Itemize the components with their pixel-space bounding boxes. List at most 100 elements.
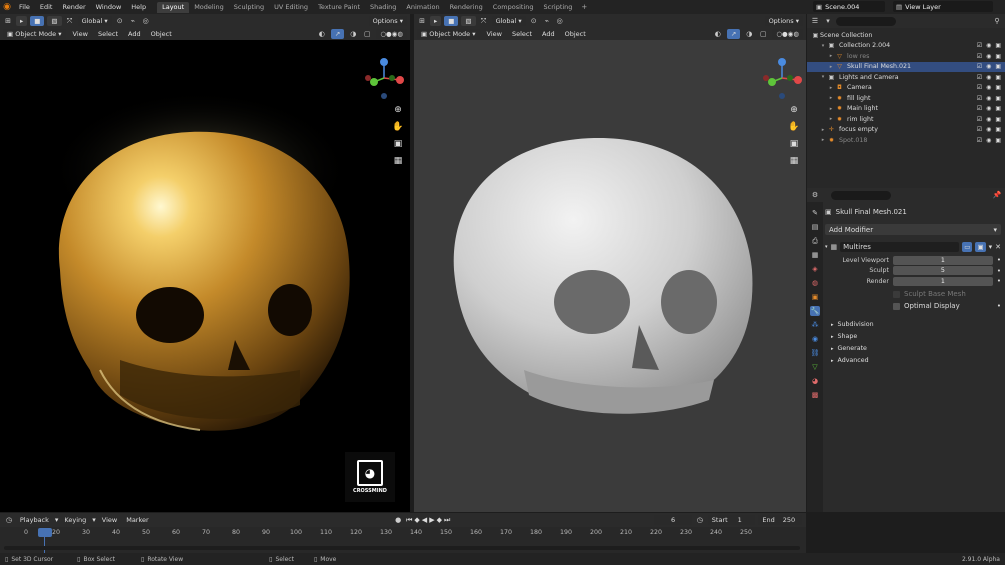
start-frame-field[interactable]: Start 1 [707,515,756,525]
editor-type-icon[interactable]: ⊞ [3,16,13,26]
menu-view[interactable]: View [484,30,505,38]
scene-selector[interactable]: ▣ Scene.004 [813,1,885,12]
output-tab-icon[interactable]: ⎙ [810,236,820,246]
menu-add[interactable]: Add [125,30,144,38]
constraints-tab-icon[interactable]: ⛓ [810,348,820,358]
workspace-tab-rendering[interactable]: Rendering [445,2,488,13]
zoom-icon[interactable]: ⊕ [392,104,404,116]
outliner-item[interactable]: ▸ ✹ Spot.018 ☑ ◉ ▣ [807,135,1005,146]
blender-logo-icon[interactable]: ◉ [0,0,14,14]
particles-tab-icon[interactable]: ⁂ [810,320,820,330]
menu-help[interactable]: Help [126,3,151,11]
add-workspace-icon[interactable]: + [577,3,591,11]
workspace-tab-sculpting[interactable]: Sculpting [229,2,269,13]
eye-icon[interactable]: ◉ [986,105,991,112]
shading-modes[interactable]: ○●◉◍ [376,29,407,39]
scene-tab-icon[interactable]: ◈ [810,264,820,274]
gizmo-toggle-icon[interactable]: ↗ [726,29,741,39]
subpanel-header[interactable]: ▸ Generate [825,343,1001,355]
keyframe-dot-icon[interactable]: • [997,267,1001,275]
overlay-icon[interactable]: ◑ [744,29,754,39]
field-value[interactable]: 5 [893,266,993,276]
navigation-gizmo[interactable] [760,56,804,100]
editor-type-icon[interactable]: ⊞ [417,16,427,26]
workspace-tab-modeling[interactable]: Modeling [189,2,229,13]
camera-view-icon[interactable]: ▣ [788,138,800,150]
camera-render-icon[interactable]: ▣ [995,126,1001,133]
optimal-display-checkbox[interactable] [893,302,900,310]
expand-arrow-icon[interactable]: ▸ [827,106,835,112]
visibility-icon[interactable]: ◐ [713,29,723,39]
pan-hand-icon[interactable]: ✋ [788,121,800,133]
camera-render-icon[interactable]: ▣ [995,42,1001,49]
expand-arrow-icon[interactable]: ▸ [827,53,835,59]
editor-type-icon[interactable]: ⚙ [810,190,820,200]
filter-icon[interactable]: ⚲ [992,16,1002,26]
optimal-display-row[interactable]: Optimal Display • [825,300,1001,313]
outliner-item[interactable]: ▸ ▽ Skull Final Mesh.021 ☑ ◉ ▣ [807,61,1005,72]
show-editmode-icon[interactable]: ▭ [962,241,973,252]
tool-tab-icon[interactable]: ✎ [810,208,820,218]
play-reverse-icon[interactable]: ◀ [422,516,427,524]
pan-hand-icon[interactable]: ✋ [392,121,404,133]
subpanel-header[interactable]: ▸ Advanced [825,355,1001,367]
expand-arrow-icon[interactable]: ▾ [819,74,827,80]
menu-render[interactable]: Render [57,3,90,11]
next-keyframe-icon[interactable]: ◆ [437,516,442,524]
ortho-grid-icon[interactable]: ▦ [392,155,404,167]
camera-render-icon[interactable]: ▣ [995,84,1001,91]
checkbox-icon[interactable]: ☑ [977,53,982,60]
eye-icon[interactable]: ◉ [986,74,991,81]
workspace-tab-layout[interactable]: Layout [157,1,190,13]
transform-orientation-select[interactable]: Global ▾ [491,16,526,26]
zoom-icon[interactable]: ⊕ [788,104,800,116]
checkbox-icon[interactable]: ☑ [977,116,982,123]
modifier-tab-icon[interactable]: 🔧 [810,306,820,316]
menu-object[interactable]: Object [148,30,175,38]
expand-arrow-icon[interactable]: ▸ [827,116,835,122]
overlay-icon[interactable]: ◑ [348,29,358,39]
navigation-gizmo[interactable] [362,56,406,100]
menu-edit[interactable]: Edit [35,3,58,11]
outliner-search-input[interactable] [836,16,896,26]
options-dropdown[interactable]: Options ▾ [368,16,407,26]
jump-start-icon[interactable]: ⏮ [406,516,412,525]
rendered-viewport-canvas[interactable]: ⊕ ✋ ▣ ▦ ◕ CROSSMIND [0,40,410,512]
mode-select[interactable]: ▣ Object Mode ▾ [417,29,480,39]
menu-window[interactable]: Window [91,3,127,11]
data-tab-icon[interactable]: ▽ [810,362,820,372]
workspace-tab-shading[interactable]: Shading [365,2,401,13]
prev-keyframe-icon[interactable]: ◆ [414,516,419,524]
expand-arrow-icon[interactable]: ▸ [827,95,835,101]
menu-marker[interactable]: Marker [123,516,151,524]
gizmo-toggle-icon[interactable]: ↗ [330,29,345,39]
show-viewport-icon[interactable]: ▣ [975,241,986,252]
pivot-icon[interactable]: ⊙ [529,16,539,26]
options-dropdown[interactable]: Options ▾ [764,16,803,26]
editor-type-icon[interactable]: ☰ [810,16,820,26]
render-tab-icon[interactable]: ▤ [810,222,820,232]
checkbox-icon[interactable]: ☑ [977,74,982,81]
expand-arrow-icon[interactable]: ▾ [819,43,827,49]
eye-icon[interactable]: ◉ [986,126,991,133]
transform-orientation-select[interactable]: Global ▾ [77,16,112,26]
eye-icon[interactable]: ◉ [986,53,991,60]
remove-modifier-icon[interactable]: ✕ [995,243,1001,251]
expand-arrow-icon[interactable]: ▸ [827,64,835,70]
outliner-root[interactable]: ▣ Scene Collection [807,30,1005,41]
modifier-menu-icon[interactable]: ▾ [989,243,993,251]
menu-object[interactable]: Object [562,30,589,38]
checkbox-icon[interactable]: ☑ [977,105,982,112]
play-icon[interactable]: ▶ [429,516,434,524]
end-frame-field[interactable]: End 250 [758,515,802,525]
checkbox-icon[interactable]: ☑ [977,137,982,144]
menu-view[interactable]: View [99,516,120,524]
playhead-marker[interactable] [38,528,52,537]
clock-icon[interactable]: ◷ [695,515,705,525]
camera-render-icon[interactable]: ▣ [995,116,1001,123]
workspace-tab-animation[interactable]: Animation [401,2,444,13]
texture-tab-icon[interactable]: ▩ [810,390,820,400]
solid-viewport-canvas[interactable]: ⊕ ✋ ▣ ▦ [414,40,806,512]
eye-icon[interactable]: ◉ [986,63,991,70]
menu-playback[interactable]: Playback [17,516,52,524]
